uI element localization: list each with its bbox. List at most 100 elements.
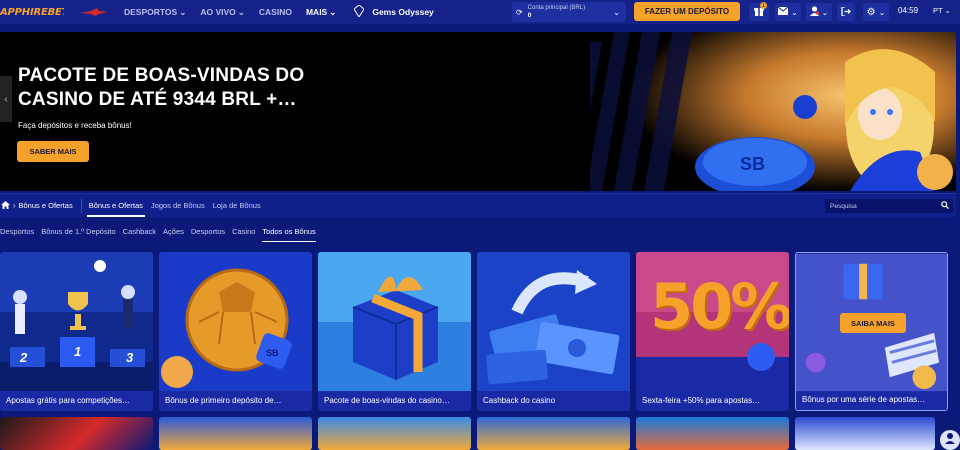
language-label: PT [933,6,943,15]
cashback-money-illustration [477,252,630,391]
nav-sports-label: DESPORTOS [124,7,178,17]
chevron-down-icon: ⌄ [329,6,337,17]
chevron-down-icon: ⌄ [821,7,829,17]
tab-bonus-offers[interactable]: Bônus e Ofertas [86,201,146,217]
search-placeholder: Pesquisa [830,202,857,210]
bonus-card[interactable]: Cashback do casino [477,252,630,411]
bonus-card[interactable] [477,417,630,450]
search-input[interactable]: Pesquisa [825,199,953,213]
logout-icon [841,5,851,18]
hero-prev-arrow[interactable]: ‹ [0,76,12,122]
breadcrumb-chevron-icon: › [13,201,16,210]
bonus-cards-row-2 [0,417,960,450]
featured-game-name: Gems Odyssey [372,7,434,17]
nav-more[interactable]: MAIS ⌄ [306,7,336,18]
nav-live[interactable]: AO VIVO ⌄ [200,7,245,18]
account-balance[interactable]: ⟳ Conta principal (BRL) 0 ⌄ [512,2,626,22]
nav-casino[interactable]: CASINO [259,7,292,17]
refresh-icon[interactable]: ⟳ [516,8,523,17]
bonus-card[interactable] [636,417,789,450]
filter-all-bonuses[interactable]: Todos os Bônus [262,227,317,242]
messages-button[interactable]: ⌄ [775,3,801,21]
bonus-card[interactable]: SB Bônus de primeiro depósito de… [159,252,312,411]
gem-icon [353,4,366,19]
bonus-card-title: Apostas grátis para competições… [6,396,131,405]
gift-button[interactable]: 1 [749,2,769,21]
nav-casino-label: CASINO [258,7,292,17]
bonus-card[interactable]: 2 1 3 Apostas grátis para competições… [0,252,153,411]
golden-ball-illustration: SB [159,252,312,391]
bonus-card-title: Bônus de primeiro depósito de… [165,396,282,405]
search-icon[interactable] [941,201,950,211]
tab-bonus-store[interactable]: Loja de Bônus [213,201,261,210]
learn-more-button[interactable]: SABER MAIS [17,141,89,162]
chevron-down-icon: ⌄ [791,7,798,17]
svg-text:SB: SB [266,348,279,358]
bonus-card[interactable]: SAIBA MAIS Bônus por uma série de aposta… [795,252,948,411]
podium-number: 3 [126,350,134,365]
bonus-card[interactable] [318,417,471,450]
tab-bonus-games[interactable]: Jogos de Bônus [151,201,205,210]
podium-number: 2 [20,350,28,365]
gear-icon: ⚙ [866,6,876,18]
profile-button[interactable]: ⌄ [806,3,832,21]
top-navigation: APPHIREBET DESPORTOS ⌄ AO VIVO ⌄ CASINO MA… [0,0,960,24]
filter-first-deposit[interactable]: Bônus de 1.º Depósito [41,227,115,236]
brand-logo[interactable]: APPHIREBET [0,7,64,18]
filter-sports[interactable]: Desportos [0,227,34,236]
bonus-card[interactable] [0,417,153,450]
logout-button[interactable] [837,3,855,21]
bonus-card[interactable]: Pacote de boas-vindas do casino… [318,252,471,411]
clock: 04:59 [898,6,919,15]
settings-button[interactable]: ⚙ ⌄ [863,3,889,21]
podium-number: 1 [74,344,82,359]
user-icon [809,6,819,18]
support-agent-icon [944,431,956,449]
bonus-filters: Desportos Bônus de 1.º Depósito Cashback… [0,222,956,242]
language-selector[interactable]: PT ⌄ [933,6,951,15]
gift-box-illustration [318,252,471,391]
hero-illustration: SB [590,32,956,191]
sports-trophy-illustration [0,252,153,391]
svg-text:SB: SB [740,154,765,174]
nav-more-label: MAIS [305,7,328,17]
account-label: Conta principal (BRL) [527,5,586,11]
fifty-percent-text: 50% [650,270,789,343]
chevron-left-icon: ‹ [4,93,8,105]
breadcrumb[interactable]: › Bônus e Ofertas [1,200,81,211]
support-chat-button[interactable] [940,430,960,450]
learn-more-button[interactable]: SAIBA MAIS [840,313,906,333]
bonus-card[interactable] [159,417,312,450]
chevron-down-icon: ⌄ [878,7,886,17]
chevron-down-icon: ⌄ [179,6,187,17]
breadcrumb-label[interactable]: Bônus e Ofertas [19,201,73,210]
chevron-down-icon: ⌄ [237,6,245,17]
chevron-down-icon: ⌄ [944,6,951,15]
bonus-cards-grid: 2 1 3 Apostas grátis para competições… S… [0,252,960,412]
account-info: Conta principal (BRL) 0 [528,4,585,20]
filter-casino[interactable]: Casino [232,227,255,236]
gift-count-badge: 1 [760,2,767,9]
bonus-card-title: Bônus por uma série de apostas… [802,395,926,404]
divider [80,198,82,213]
bonus-card-title: Cashback do casino [483,396,556,405]
account-balance-value: 0 [527,12,532,19]
deposit-button[interactable]: FAZER UM DEPÓSITO [634,2,740,21]
featured-game-link[interactable]: Gems Odyssey [353,4,434,19]
chevron-down-icon[interactable]: ⌄ [613,8,620,17]
bonus-card-title: Sexta-feira +50% para apostas… [642,396,761,405]
nav-live-label: AO VIVO [200,7,236,17]
hero-title: PACOTE DE BOAS-VINDAS DO CASINO DE ATÉ 9… [18,65,305,110]
filter-promotions[interactable]: Ações [163,227,184,236]
home-icon[interactable] [1,200,10,211]
bonus-card[interactable] [795,417,935,450]
bonus-subnav: › Bônus e Ofertas Bônus e Ofertas Jogos … [0,193,956,217]
nav-sports[interactable]: DESPORTOS ⌄ [124,7,186,18]
hero-banner[interactable]: SB ‹ PACOTE DE BOAS-VINDAS DO CASINO DE … [0,32,956,191]
filter-sports-2[interactable]: Desportos [191,227,225,236]
aviator-game-icon[interactable] [78,6,110,18]
filter-cashback[interactable]: Cashback [123,227,156,236]
bonus-card-title: Pacote de boas-vindas do casino… [324,396,450,405]
hero-subtitle: Faça depósitos e receba bônus! [18,121,132,130]
bonus-card[interactable]: 50% Sexta-feira +50% para apostas… [636,252,789,411]
